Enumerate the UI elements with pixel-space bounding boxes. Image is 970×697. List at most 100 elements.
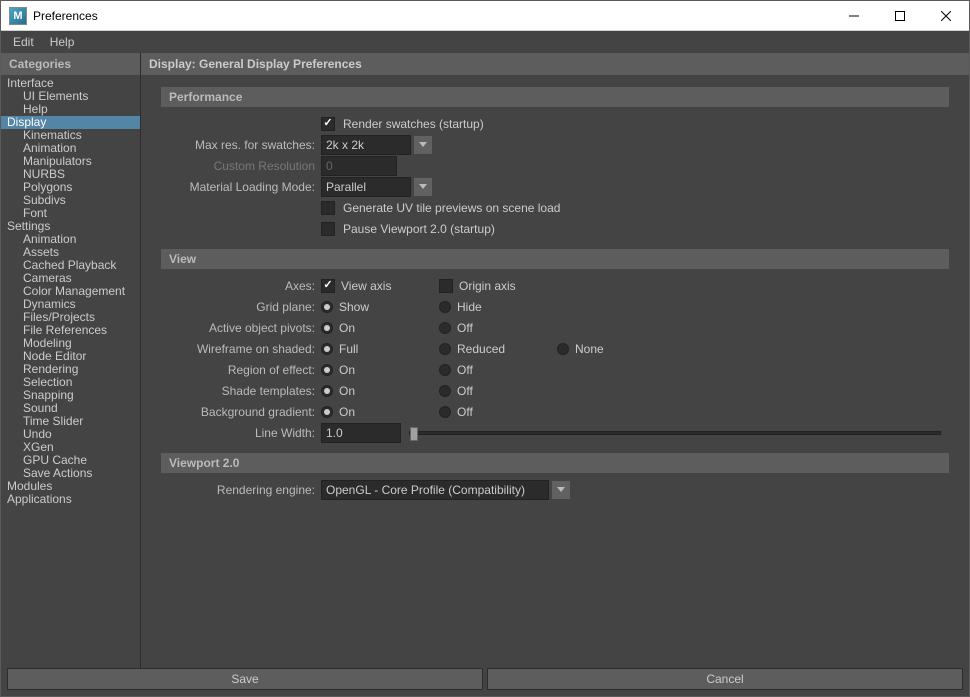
minimize-button[interactable] xyxy=(831,1,877,31)
preferences-window: M Preferences Edit Help Categories Inter… xyxy=(0,0,970,697)
row-axes: Axes: View axis Origin axis xyxy=(161,275,949,296)
chevron-down-icon xyxy=(414,178,432,196)
category-tree[interactable]: InterfaceUI ElementsHelpDisplayKinematic… xyxy=(1,75,140,668)
sidebar-item-applications[interactable]: Applications xyxy=(1,493,140,506)
radio-off[interactable] xyxy=(439,406,451,418)
maximize-button[interactable] xyxy=(877,1,923,31)
row-line-width: Line Width: 1.0 xyxy=(161,422,949,443)
radio-label: Off xyxy=(457,321,473,335)
content-header: Display: General Display Preferences xyxy=(141,53,969,75)
section-title-viewport2: Viewport 2.0 xyxy=(161,453,949,473)
radio-on[interactable] xyxy=(321,385,333,397)
radio-on[interactable] xyxy=(321,406,333,418)
radio-label: On xyxy=(339,384,355,398)
custom-res-label: Custom Resolution xyxy=(161,159,321,173)
radio-reduced[interactable] xyxy=(439,343,451,355)
sidebar-item-time-slider[interactable]: Time Slider xyxy=(1,415,140,428)
radio-on[interactable] xyxy=(321,322,333,334)
pause-vp-checkbox[interactable] xyxy=(321,222,335,236)
radio-label: Off xyxy=(457,384,473,398)
titlebar: M Preferences xyxy=(1,1,969,31)
axes-label: Axes: xyxy=(161,279,321,293)
row-pause-vp: Pause Viewport 2.0 (startup) xyxy=(161,218,949,239)
section-viewport2: Viewport 2.0 Rendering engine: OpenGL - … xyxy=(161,453,949,500)
row-max-res: Max res. for swatches: 2k x 2k xyxy=(161,134,949,155)
sidebar-item-animation[interactable]: Animation xyxy=(1,233,140,246)
render-swatches-checkbox[interactable] xyxy=(321,117,335,131)
radio-off[interactable] xyxy=(439,364,451,376)
sidebar-item-snapping[interactable]: Snapping xyxy=(1,389,140,402)
sidebar-item-ui-elements[interactable]: UI Elements xyxy=(1,90,140,103)
gen-uv-label: Generate UV tile previews on scene load xyxy=(343,201,560,215)
radio-label: Hide xyxy=(457,300,482,314)
shade-templates-label: Shade templates: xyxy=(161,384,321,398)
close-button[interactable] xyxy=(923,1,969,31)
section-title-performance: Performance xyxy=(161,87,949,107)
gen-uv-checkbox[interactable] xyxy=(321,201,335,215)
radio-show[interactable] xyxy=(321,301,333,313)
radio-label: On xyxy=(339,321,355,335)
line-width-label: Line Width: xyxy=(161,426,321,440)
custom-res-input: 0 xyxy=(321,156,397,176)
wireframe-label: Wireframe on shaded: xyxy=(161,342,321,356)
radio-on[interactable] xyxy=(321,364,333,376)
radio-label: Full xyxy=(339,342,358,356)
radio-label: Reduced xyxy=(457,342,505,356)
bg-gradient-label: Background gradient: xyxy=(161,405,321,419)
row-custom-res: Custom Resolution 0 xyxy=(161,155,949,176)
radio-full[interactable] xyxy=(321,343,333,355)
sidebar: Categories InterfaceUI ElementsHelpDispl… xyxy=(1,53,141,668)
menu-help[interactable]: Help xyxy=(42,33,83,51)
window-controls xyxy=(831,1,969,31)
active-pivots-label: Active object pivots: xyxy=(161,321,321,335)
radio-label: On xyxy=(339,363,355,377)
radio-hide[interactable] xyxy=(439,301,451,313)
slider-handle[interactable] xyxy=(410,427,418,441)
row-grid-plane: Grid plane: ShowHide xyxy=(161,296,949,317)
view-axis-checkbox[interactable] xyxy=(321,279,335,293)
sidebar-item-undo[interactable]: Undo xyxy=(1,428,140,441)
line-width-input[interactable]: 1.0 xyxy=(321,423,401,443)
chevron-down-icon xyxy=(414,136,432,154)
mat-load-label: Material Loading Mode: xyxy=(161,180,321,194)
sidebar-item-polygons[interactable]: Polygons xyxy=(1,181,140,194)
row-rendering-engine: Rendering engine: OpenGL - Core Profile … xyxy=(161,479,949,500)
max-res-label: Max res. for swatches: xyxy=(161,138,321,152)
row-shade-templates: Shade templates: On Off xyxy=(161,380,949,401)
section-performance: Performance Render swatches (startup) Ma… xyxy=(161,87,949,239)
app-icon: M xyxy=(9,7,27,25)
row-wireframe: Wireframe on shaded: Full Reduced None xyxy=(161,338,949,359)
footer: Save Cancel xyxy=(1,668,969,696)
origin-axis-checkbox[interactable] xyxy=(439,279,453,293)
section-view: View Axes: View axis xyxy=(161,249,949,443)
row-render-swatches: Render swatches (startup) xyxy=(161,113,949,134)
window-title: Preferences xyxy=(33,9,831,23)
radio-off[interactable] xyxy=(439,385,451,397)
menu-edit[interactable]: Edit xyxy=(5,33,42,51)
mat-load-dropdown[interactable]: Parallel xyxy=(321,177,411,197)
region-label: Region of effect: xyxy=(161,363,321,377)
radio-none[interactable] xyxy=(557,343,569,355)
row-gen-uv: Generate UV tile previews on scene load xyxy=(161,197,949,218)
radio-off[interactable] xyxy=(439,322,451,334)
radio-label: Show xyxy=(339,300,369,314)
sidebar-item-subdivs[interactable]: Subdivs xyxy=(1,194,140,207)
radio-label: Off xyxy=(457,363,473,377)
section-title-view: View xyxy=(161,249,949,269)
sidebar-item-manipulators[interactable]: Manipulators xyxy=(1,155,140,168)
row-bg-gradient: Background gradient: On Off xyxy=(161,401,949,422)
rendering-engine-dropdown[interactable]: OpenGL - Core Profile (Compatibility) xyxy=(321,480,549,500)
cancel-button[interactable]: Cancel xyxy=(487,668,963,690)
content-panel: Display: General Display Preferences Per… xyxy=(141,53,969,668)
max-res-dropdown[interactable]: 2k x 2k xyxy=(321,135,411,155)
line-width-slider[interactable] xyxy=(409,431,941,435)
menubar: Edit Help xyxy=(1,31,969,53)
row-mat-load: Material Loading Mode: Parallel xyxy=(161,176,949,197)
radio-label: Off xyxy=(457,405,473,419)
rendering-engine-label: Rendering engine: xyxy=(161,483,321,497)
radio-label: None xyxy=(575,342,604,356)
radio-label: On xyxy=(339,405,355,419)
save-button[interactable]: Save xyxy=(7,668,483,690)
chevron-down-icon xyxy=(552,481,570,499)
render-swatches-label: Render swatches (startup) xyxy=(343,117,484,131)
